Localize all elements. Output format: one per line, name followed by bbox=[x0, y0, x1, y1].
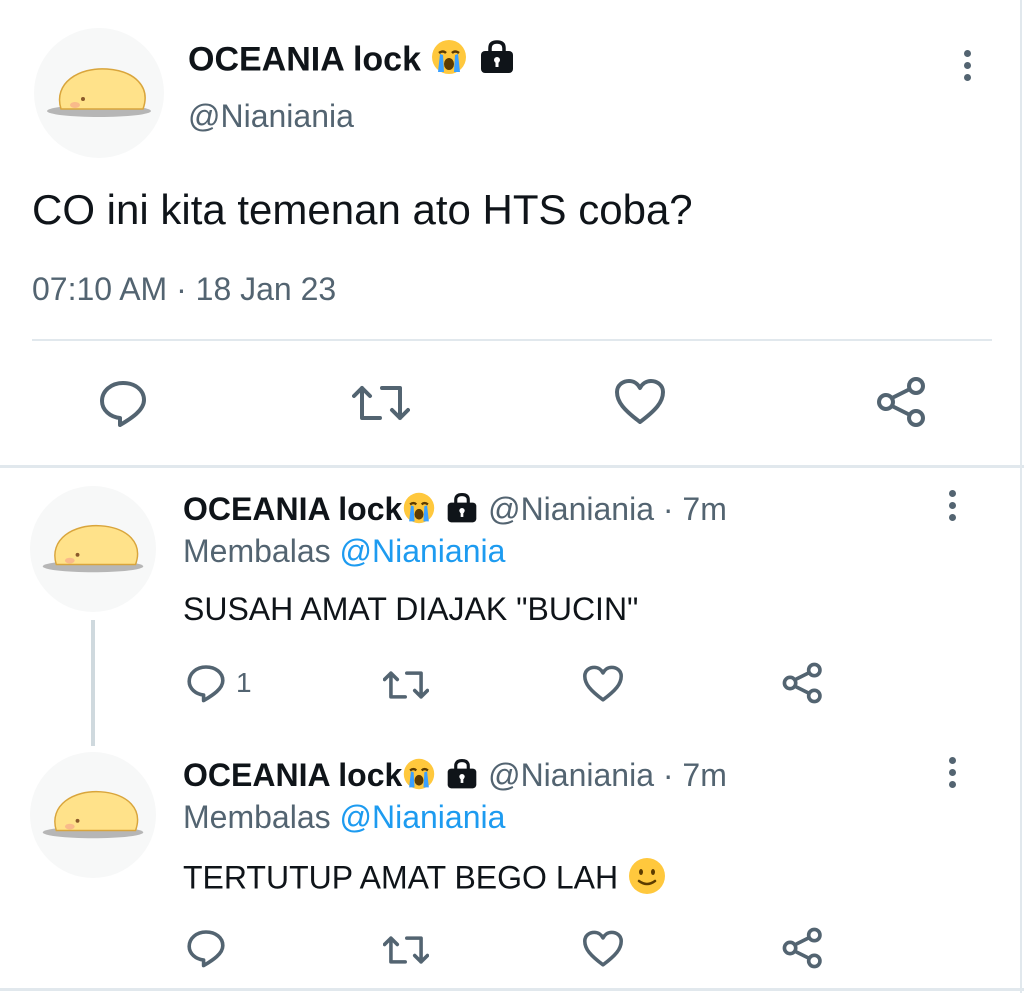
retweet-icon[interactable] bbox=[352, 378, 410, 428]
time-ago[interactable]: · 7m bbox=[663, 757, 727, 793]
avatar[interactable] bbox=[30, 486, 156, 612]
more-options-icon[interactable] bbox=[949, 757, 957, 793]
reply-icon[interactable] bbox=[186, 928, 226, 968]
more-options-icon[interactable] bbox=[949, 490, 957, 526]
thread-line bbox=[91, 620, 95, 746]
lock-icon bbox=[478, 38, 516, 85]
reply-text: SUSAH AMAT DIAJAK "BUCIN" bbox=[183, 591, 639, 627]
smile-emoji-icon bbox=[627, 856, 667, 904]
display-name[interactable]: OCEANIA lock bbox=[183, 491, 402, 527]
like-icon[interactable] bbox=[614, 378, 666, 426]
retweet-icon[interactable] bbox=[383, 930, 429, 970]
reply-count: 1 bbox=[236, 667, 252, 698]
avatar[interactable] bbox=[34, 28, 164, 158]
reply-text-row: TERTUTUP AMAT BEGO LAH bbox=[183, 856, 667, 904]
crying-emoji-icon bbox=[402, 757, 436, 799]
crying-emoji-icon bbox=[402, 491, 436, 533]
reply-header: OCEANIA lock @Nianiania · 7m bbox=[183, 490, 727, 533]
replying-to: Membalas @Nianiania bbox=[183, 798, 505, 836]
replying-to: Membalas @Nianiania bbox=[183, 532, 505, 570]
right-edge-border bbox=[1020, 0, 1022, 993]
replying-to-link[interactable]: @Nianiania bbox=[340, 799, 506, 835]
reply-icon[interactable] bbox=[98, 378, 148, 428]
retweet-icon[interactable] bbox=[383, 665, 429, 705]
lock-icon bbox=[445, 757, 479, 799]
like-icon[interactable] bbox=[582, 930, 624, 968]
reply-icon[interactable] bbox=[186, 663, 226, 703]
share-icon[interactable] bbox=[782, 927, 824, 969]
time-ago[interactable]: · 7m bbox=[663, 491, 727, 527]
handle[interactable]: @Nianiania bbox=[188, 97, 354, 135]
crying-emoji-icon bbox=[430, 38, 468, 85]
divider bbox=[32, 339, 992, 341]
chick-avatar-icon bbox=[42, 791, 144, 839]
replying-to-link[interactable]: @Nianiania bbox=[340, 533, 506, 569]
chick-avatar-icon bbox=[42, 525, 144, 573]
reply-header: OCEANIA lock @Nianiania · 7m bbox=[183, 756, 727, 799]
tweet-text: CO ini kita temenan ato HTS coba? bbox=[32, 186, 693, 233]
display-name-text: OCEANIA lock bbox=[188, 40, 422, 79]
replying-prefix: Membalas bbox=[183, 533, 331, 569]
chick-avatar-icon bbox=[47, 68, 151, 117]
divider bbox=[0, 465, 1024, 468]
share-icon[interactable] bbox=[782, 662, 824, 704]
handle[interactable]: @Nianiania bbox=[488, 491, 654, 527]
avatar[interactable] bbox=[30, 752, 156, 878]
more-options-icon[interactable] bbox=[964, 50, 972, 86]
timestamp[interactable]: 07:10 AM · 18 Jan 23 bbox=[32, 270, 336, 308]
lock-icon bbox=[445, 491, 479, 533]
like-icon[interactable] bbox=[582, 665, 624, 703]
handle[interactable]: @Nianiania bbox=[488, 757, 654, 793]
replying-prefix: Membalas bbox=[183, 799, 331, 835]
share-icon[interactable] bbox=[876, 376, 928, 428]
display-name[interactable]: OCEANIA lock bbox=[183, 757, 402, 793]
divider bbox=[0, 988, 1024, 991]
reply-text: TERTUTUP AMAT BEGO LAH bbox=[183, 859, 619, 896]
display-name[interactable]: OCEANIA lock bbox=[188, 38, 516, 78]
